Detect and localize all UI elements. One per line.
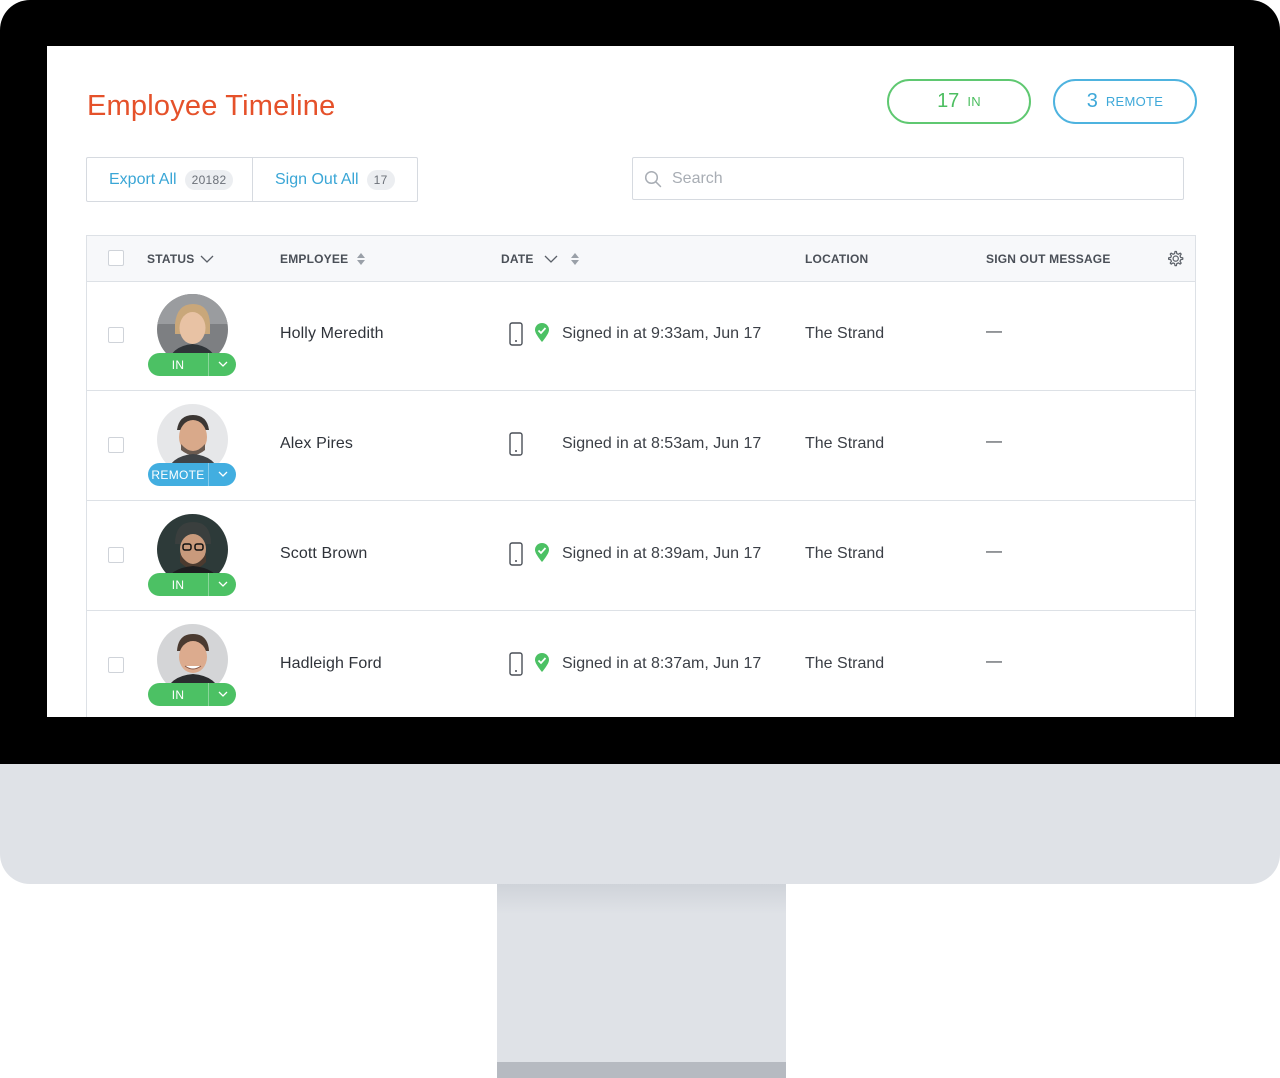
column-location-label: LOCATION xyxy=(805,251,869,266)
column-location[interactable]: LOCATION xyxy=(805,236,868,281)
row-checkbox[interactable] xyxy=(108,547,124,563)
search-input[interactable] xyxy=(670,168,1154,189)
location: The Strand xyxy=(805,325,885,342)
column-employee[interactable]: EMPLOYEE xyxy=(280,236,366,281)
status-dropdown[interactable]: IN xyxy=(148,353,236,376)
employee-table: STATUS EMPLOYEE DATE LOCATION SIGN OUT M… xyxy=(86,235,1196,717)
column-employee-label: EMPLOYEE xyxy=(280,251,349,266)
status-dropdown[interactable]: IN xyxy=(148,573,236,596)
sort-icon xyxy=(357,252,366,265)
table-header: STATUS EMPLOYEE DATE LOCATION SIGN OUT M… xyxy=(87,236,1195,282)
sign-in-time: Signed in at 8:37am, Jun 17 xyxy=(562,655,762,672)
page-title: Employee Timeline xyxy=(87,90,336,122)
column-date[interactable]: DATE xyxy=(501,236,580,281)
status-label: IN xyxy=(171,577,185,592)
export-all-button[interactable]: Export All 20182 xyxy=(87,158,252,201)
remote-count: 3 xyxy=(1086,90,1098,112)
remote-label: REMOTE xyxy=(1105,94,1164,109)
chevron-down-icon xyxy=(218,471,227,477)
status-label: IN xyxy=(171,687,185,702)
monitor-stand xyxy=(497,884,786,1078)
monitor-chin xyxy=(0,764,1280,884)
sign-out-message: — xyxy=(986,543,1002,560)
in-count: 17 xyxy=(937,90,960,112)
table-row[interactable]: IN Hadleigh Ford Signed in at 8:37am, Ju… xyxy=(87,611,1195,717)
sign-in-time: Signed in at 9:33am, Jun 17 xyxy=(562,325,762,342)
phone-icon xyxy=(509,542,523,566)
sign-in-time: Signed in at 8:53am, Jun 17 xyxy=(562,435,762,452)
row-checkbox[interactable] xyxy=(108,437,124,453)
chevron-down-icon xyxy=(218,691,227,697)
employee-name[interactable]: Scott Brown xyxy=(280,545,367,563)
column-sign-out-message-label: SIGN OUT MESSAGE xyxy=(986,251,1111,266)
sign-out-message: — xyxy=(986,433,1002,450)
phone-icon xyxy=(509,652,523,676)
sort-icon xyxy=(570,252,579,265)
location: The Strand xyxy=(805,545,885,562)
in-label: IN xyxy=(967,94,981,109)
status-dropdown[interactable]: REMOTE xyxy=(148,463,236,486)
row-checkbox[interactable] xyxy=(108,327,124,343)
status-label: IN xyxy=(171,357,185,372)
gear-icon[interactable] xyxy=(1165,249,1185,269)
status-label: REMOTE xyxy=(151,467,205,482)
table-row[interactable]: REMOTE Alex Pires Signed in at 8:53am, J… xyxy=(87,391,1195,501)
employee-name[interactable]: Holly Meredith xyxy=(280,325,384,343)
search-box xyxy=(632,157,1184,200)
sign-out-all-button[interactable]: Sign Out All 17 xyxy=(252,158,417,201)
column-sign-out-message[interactable]: SIGN OUT MESSAGE xyxy=(986,236,1111,281)
verified-location-icon xyxy=(535,323,549,342)
search-icon xyxy=(644,170,662,187)
table-row[interactable]: IN Scott Brown Signed in at 8:39am, Jun … xyxy=(87,501,1195,611)
sign-out-count-badge: 17 xyxy=(366,169,395,190)
table-row[interactable]: IN Holly Meredith Signed in at 9:33am, J… xyxy=(87,281,1195,391)
sign-out-message: — xyxy=(986,653,1002,670)
phone-icon xyxy=(509,432,523,456)
column-date-label: DATE xyxy=(501,251,534,266)
status-dropdown[interactable]: IN xyxy=(148,683,236,706)
phone-icon xyxy=(509,322,523,346)
location: The Strand xyxy=(805,435,885,452)
sign-in-time: Signed in at 8:39am, Jun 17 xyxy=(562,545,762,562)
select-all-checkbox[interactable] xyxy=(108,250,124,266)
export-count-badge: 20182 xyxy=(184,169,234,190)
location: The Strand xyxy=(805,655,885,672)
verified-location-icon xyxy=(535,543,549,562)
sign-out-message: — xyxy=(986,323,1002,340)
chevron-down-icon xyxy=(218,581,227,587)
chevron-down-icon xyxy=(544,255,558,263)
export-all-label: Export All xyxy=(109,170,177,188)
app-screen: Employee Timeline 17 IN 3 REMOTE Export … xyxy=(47,46,1234,717)
sign-out-all-label: Sign Out All xyxy=(275,170,359,188)
row-checkbox[interactable] xyxy=(108,657,124,673)
verified-location-icon xyxy=(535,653,549,672)
in-count-filter[interactable]: 17 IN xyxy=(887,79,1031,124)
column-status-label: STATUS xyxy=(147,251,195,266)
chevron-down-icon xyxy=(200,255,214,263)
chevron-down-icon xyxy=(218,361,227,367)
column-status[interactable]: STATUS xyxy=(147,236,214,281)
employee-name[interactable]: Alex Pires xyxy=(280,435,353,453)
remote-count-filter[interactable]: 3 REMOTE xyxy=(1053,79,1197,124)
employee-name[interactable]: Hadleigh Ford xyxy=(280,655,382,673)
bulk-actions: Export All 20182 Sign Out All 17 xyxy=(86,157,418,202)
